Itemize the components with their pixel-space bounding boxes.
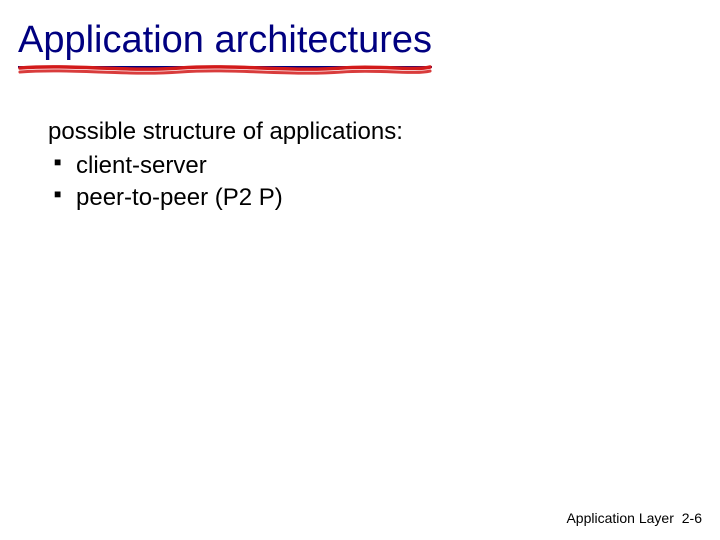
bullet-list: client-server peer-to-peer (P2 P) bbox=[48, 150, 720, 215]
list-item: client-server bbox=[48, 150, 720, 182]
bullet-text: peer-to-peer (P2 P) bbox=[76, 184, 283, 211]
slide-title: Application architectures bbox=[18, 18, 432, 68]
slide-footer: Application Layer 2-6 bbox=[566, 510, 702, 526]
slide: Application architectures possible struc… bbox=[0, 0, 720, 540]
title-wrap: Application architectures bbox=[18, 18, 432, 68]
bullet-text: client-server bbox=[76, 152, 207, 179]
footer-label: Application Layer bbox=[566, 510, 673, 526]
footer-page: 2-6 bbox=[682, 510, 702, 526]
intro-text: possible structure of applications: bbox=[48, 116, 720, 148]
list-item: peer-to-peer (P2 P) bbox=[48, 182, 720, 214]
content-block: possible structure of applications: clie… bbox=[18, 116, 720, 215]
